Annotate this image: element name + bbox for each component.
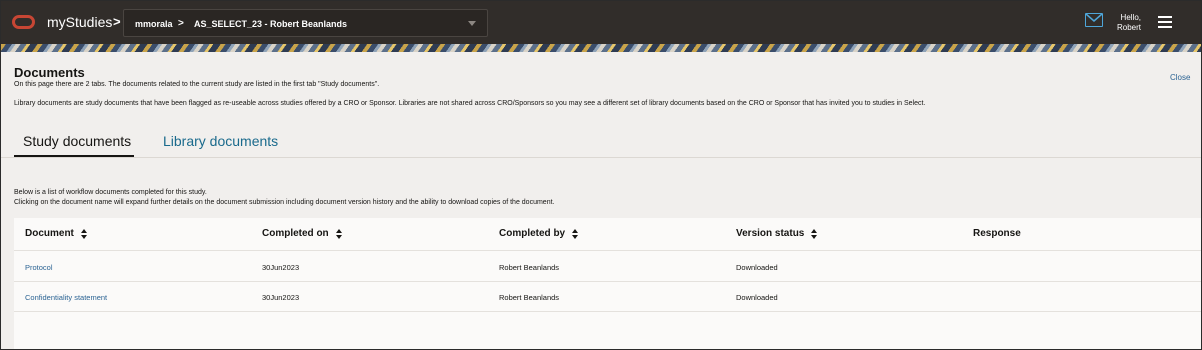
column-header-label: Document <box>25 228 74 239</box>
description-line-1: Below is a list of workflow documents co… <box>14 189 207 196</box>
intro-text: On this page there are 2 tabs. The docum… <box>14 81 380 88</box>
current-study: AS_SELECT_23 - Robert Beanlands <box>194 19 348 29</box>
column-header-response: Response <box>973 228 1021 239</box>
document-link[interactable]: Confidentiality statement <box>25 293 107 302</box>
version-status-cell: Downloaded <box>736 293 778 302</box>
mail-icon[interactable] <box>1085 13 1103 27</box>
greeting-line-1: Hello, <box>1120 13 1141 22</box>
completed-on-cell: 30Jun2023 <box>262 293 300 302</box>
column-header-version-status[interactable]: Version status <box>736 228 818 239</box>
column-header-label: Completed by <box>499 228 566 239</box>
page-title: Documents <box>14 65 85 80</box>
table-header: Document Completed on Completed by Versi… <box>14 218 1201 251</box>
completed-by-cell: Robert Beanlands <box>499 263 560 272</box>
sort-icon[interactable] <box>811 228 818 239</box>
page-header: Documents Close On this page there are 2… <box>1 52 1201 158</box>
close-link[interactable]: Close <box>1170 73 1190 82</box>
app-title[interactable]: myStudies <box>47 14 112 30</box>
completed-on-cell: 30Jun2023 <box>262 263 300 272</box>
version-status-cell: Downloaded <box>736 263 778 272</box>
completed-by-cell: Robert Beanlands <box>499 293 560 302</box>
column-header-document[interactable]: Document <box>25 228 88 239</box>
column-header-label: Response <box>973 228 1021 239</box>
study-selector[interactable]: mmorala > AS_SELECT_23 - Robert Beanland… <box>123 9 488 37</box>
study-documents-panel: Below is a list of workflow documents co… <box>1 158 1201 349</box>
sort-icon[interactable] <box>80 228 88 239</box>
column-header-completed-by[interactable]: Completed by <box>499 228 579 239</box>
hamburger-menu-icon[interactable] <box>1158 16 1172 28</box>
column-header-label: Version status <box>736 228 805 239</box>
document-link[interactable]: Protocol <box>25 263 53 272</box>
table-row: Protocol 30Jun2023 Robert Beanlands Down… <box>14 252 1201 282</box>
decorative-banner <box>1 44 1201 52</box>
top-bar: myStudies > mmorala > AS_SELECT_23 - Rob… <box>1 1 1201 44</box>
column-header-completed-on[interactable]: Completed on <box>262 228 343 239</box>
table-row: Confidentiality statement 30Jun2023 Robe… <box>14 282 1201 312</box>
tab-library-documents[interactable]: Library documents <box>163 133 278 149</box>
description-line-2: Clicking on the document name will expan… <box>14 199 555 206</box>
breadcrumb-separator: > <box>113 14 121 29</box>
greeting-line-2: Robert <box>1116 23 1141 32</box>
app-frame: myStudies > mmorala > AS_SELECT_23 - Rob… <box>0 0 1202 350</box>
sort-icon[interactable] <box>572 228 579 239</box>
study-separator: > <box>178 18 184 29</box>
oracle-logo-icon[interactable] <box>12 15 35 29</box>
column-header-label: Completed on <box>262 228 329 239</box>
tab-study-documents[interactable]: Study documents <box>23 133 131 149</box>
documents-table: Document Completed on Completed by Versi… <box>14 218 1201 349</box>
current-user: mmorala <box>135 19 173 29</box>
library-note-text: Library documents are study documents th… <box>14 100 926 107</box>
chevron-down-icon[interactable] <box>468 21 476 26</box>
sort-icon[interactable] <box>335 228 343 239</box>
user-greeting[interactable]: Hello, Robert <box>1109 13 1141 33</box>
